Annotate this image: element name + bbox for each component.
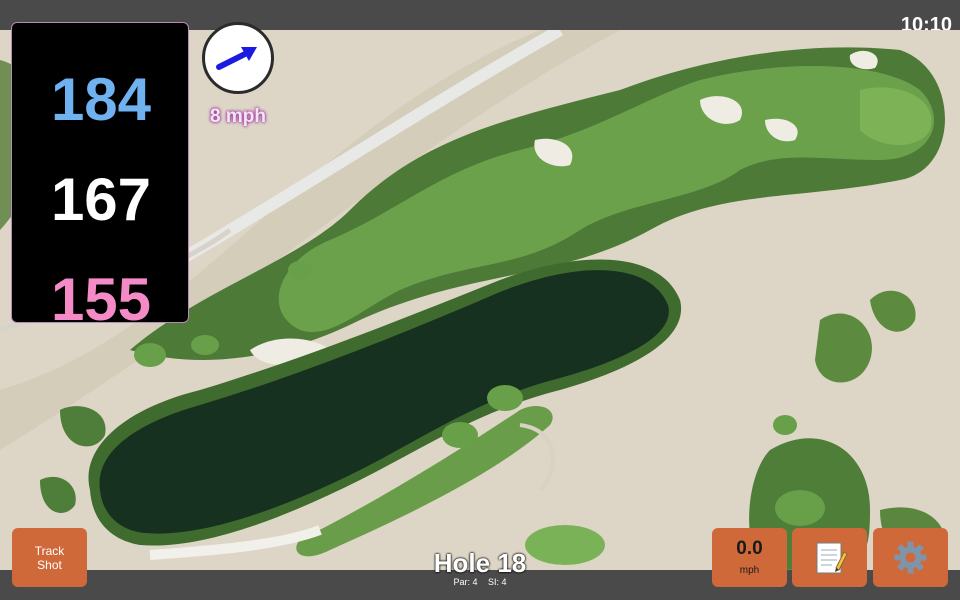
speed-button[interactable]: 0.0 mph <box>712 528 787 587</box>
distance-panel: 184 167 155 <box>11 22 189 333</box>
notepad-icon <box>816 542 848 574</box>
gear-icon <box>894 541 927 574</box>
hole-info: Par: 4 SI: 4 <box>380 577 580 587</box>
front-distance: 155 <box>50 266 152 333</box>
wind-arrow-icon <box>216 47 257 70</box>
par-label: Par: 4 <box>453 577 478 587</box>
notes-button[interactable] <box>792 528 867 587</box>
wind-speed: 8 mph <box>210 106 266 127</box>
wind-indicator <box>202 22 274 94</box>
track-shot-label: Track Shot <box>34 543 65 572</box>
speed-value: 0.0 <box>736 538 763 559</box>
speed-unit: mph <box>739 565 760 576</box>
settings-button[interactable] <box>873 528 948 587</box>
middle-distance: 167 <box>50 166 152 233</box>
back-distance: 184 <box>50 66 152 133</box>
track-shot-button[interactable]: Track Shot <box>12 528 87 587</box>
hole-title: Hole 18 <box>433 548 527 578</box>
stroke-index-label: SI: 4 <box>488 577 507 587</box>
